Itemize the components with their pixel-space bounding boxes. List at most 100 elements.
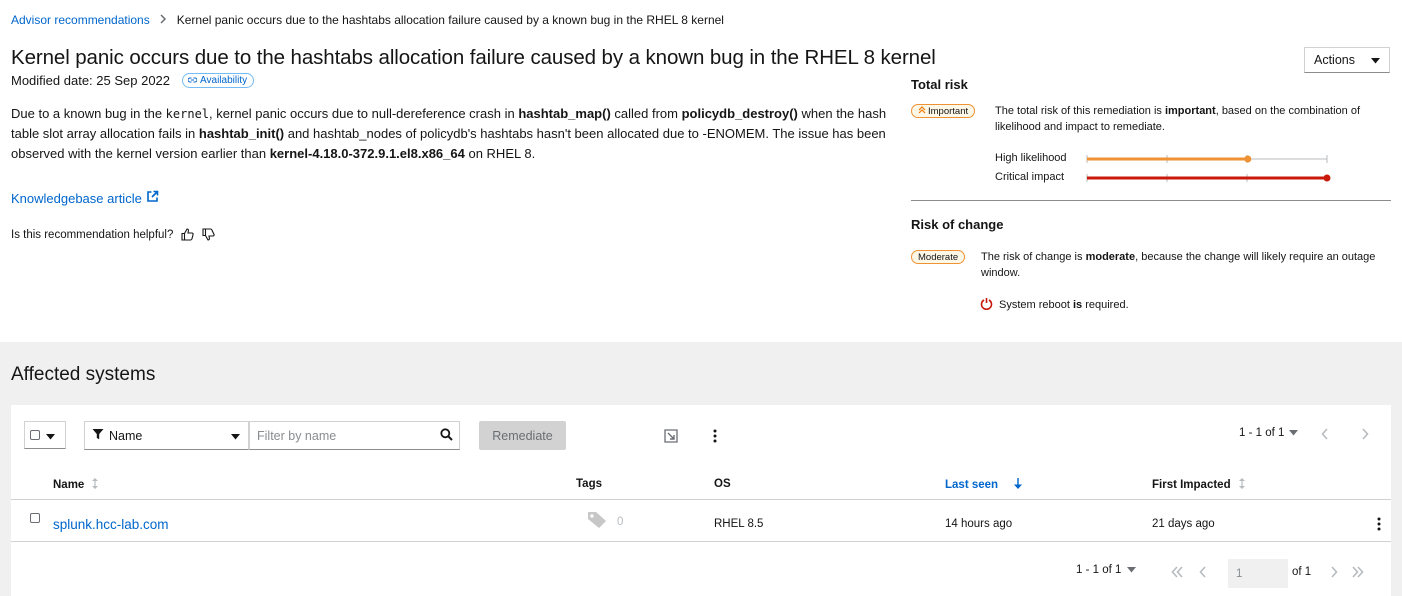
thumbs-down-icon[interactable] (202, 228, 216, 241)
row-os-cell: RHEL 8.5 (714, 518, 764, 530)
tags-count[interactable]: 0 (617, 516, 623, 528)
reboot-text-bold: is (1069, 299, 1083, 311)
caret-down-icon (1289, 427, 1299, 439)
likelihood-marker (1244, 155, 1252, 163)
pagination-top-range: 1 - 1 of 1 (1239, 427, 1285, 439)
angle-double-left-icon[interactable] (1171, 565, 1183, 581)
kebab-icon[interactable] (711, 428, 719, 444)
category-label: Availability (182, 73, 255, 88)
sort-down-icon (1014, 478, 1023, 492)
description-text: Due to a known bug in the (11, 106, 166, 121)
likelihood-label: High likelihood (995, 152, 1067, 164)
breadcrumb-current: Kernel panic occurs due to the hashtabs … (176, 13, 724, 27)
column-header-label: Tags (576, 478, 602, 490)
description-code: kernel (165, 107, 210, 121)
description-bold: hashtab_init() (198, 126, 285, 141)
risk-of-change-text: The risk of change is (981, 251, 1086, 263)
description-bold: kernel-4.18.0-372.9.1.el8.x86_64 (269, 146, 465, 161)
bulk-select-checkbox[interactable] (30, 430, 40, 440)
search-icon[interactable] (440, 427, 453, 444)
sort-icon (92, 478, 99, 492)
system-name-link[interactable]: splunk.hcc-lab.com (53, 517, 169, 532)
double-chevron-up-icon (918, 105, 926, 117)
knowledgebase-article-link[interactable]: Knowledgebase article (11, 190, 159, 206)
reboot-text: System reboot is required. (999, 299, 1129, 311)
header-divider (11, 499, 1391, 500)
bulk-select[interactable] (24, 421, 66, 449)
angle-left-icon[interactable] (1199, 565, 1207, 581)
caret-down-icon[interactable] (46, 428, 55, 443)
description-bold: policydb_destroy() (681, 106, 798, 121)
external-link-icon (146, 190, 159, 206)
column-header-name[interactable]: Name (53, 478, 99, 492)
tag-icon (587, 511, 607, 532)
risk-of-change-badge: Moderate (911, 250, 966, 264)
meta-row: Modified date: 25 Sep 2022 Availability (11, 73, 255, 88)
impact-marker (1323, 174, 1331, 182)
breadcrumb: Advisor recommendations Kernel panic occ… (11, 13, 724, 27)
caret-down-icon (1371, 53, 1380, 67)
risk-of-change-description: The risk of change is moderate, because … (981, 249, 1381, 281)
row-first-impacted-cell: 21 days ago (1152, 518, 1215, 530)
recommendation-details: Advisor recommendations Kernel panic occ… (0, 0, 1402, 342)
name-filter-search[interactable] (249, 421, 460, 450)
knowledgebase-article-label: Knowledgebase article (11, 190, 142, 206)
description-text: on RHEL 8. (464, 146, 536, 161)
angle-double-right-icon[interactable] (1352, 565, 1364, 581)
remediate-button[interactable]: Remediate (479, 421, 566, 450)
caret-down-icon (1127, 564, 1137, 576)
helpful-question: Is this recommendation helpful? (11, 228, 174, 241)
reboot-required: System reboot is required. (980, 297, 1129, 313)
impact-label: Critical impact (995, 171, 1065, 183)
sort-icon (1238, 478, 1245, 492)
helpful-feedback: Is this recommendation helpful? (11, 228, 216, 241)
breadcrumb-advisor-recommendations[interactable]: Advisor recommendations (11, 13, 150, 27)
angle-right-icon[interactable] (1361, 427, 1369, 443)
actions-label: Actions (1314, 53, 1355, 67)
column-header-label: First Impacted (1152, 479, 1231, 491)
total-risk-description: The total risk of this remediation is im… (995, 103, 1380, 135)
filter-type-dropdown[interactable]: Name (84, 421, 249, 450)
column-header-first-impacted[interactable]: First Impacted (1152, 478, 1245, 492)
total-risk-text: The total risk of this remediation is (995, 105, 1165, 117)
row-divider (11, 541, 1391, 542)
link-icon (187, 75, 198, 86)
column-header-label: Last seen (945, 479, 999, 491)
row-tags-cell: 0 (587, 511, 623, 532)
row-select-checkbox[interactable] (30, 513, 40, 523)
angle-left-icon[interactable] (1321, 427, 1329, 443)
description-text: , kernel panic occurs due to null-derefe… (209, 106, 519, 121)
total-risk-heading: Total risk (911, 77, 968, 92)
kebab-icon[interactable] (1375, 516, 1383, 532)
name-filter-input[interactable] (257, 428, 440, 443)
actions-dropdown[interactable]: Actions (1304, 47, 1390, 73)
page-of-total: of 1 (1292, 566, 1312, 578)
page-number-input[interactable]: 1 (1228, 559, 1288, 588)
thumbs-up-icon[interactable] (181, 228, 195, 241)
affected-systems-table-card: Name Remediate 1 - 1 of 1 (11, 405, 1391, 596)
angle-right-icon[interactable] (1330, 565, 1338, 581)
column-header-tags: Tags (576, 478, 602, 490)
total-risk-bold: important (1164, 105, 1216, 117)
pagination-top-toggle[interactable]: 1 - 1 of 1 (1239, 427, 1299, 439)
pagination-bottom-toggle[interactable]: 1 - 1 of 1 (1076, 564, 1137, 576)
description-text: called from (610, 106, 682, 121)
risk-of-change-badge-text: Moderate (918, 251, 959, 263)
reboot-text-part: System reboot (999, 299, 1070, 311)
recommendation-description: Due to a known bug in the kernel, kernel… (11, 104, 891, 164)
column-header-label: Name (53, 479, 85, 491)
export-icon[interactable] (663, 428, 679, 444)
power-icon (980, 297, 993, 313)
risk-bars (1086, 155, 1331, 182)
affected-systems-section: Affected systems Name Remediate (0, 342, 1402, 596)
row-name-cell: splunk.hcc-lab.com (53, 517, 169, 532)
chevron-right-icon (160, 13, 167, 27)
description-bold: hashtab_map() (518, 106, 611, 121)
affected-systems-title: Affected systems (11, 364, 156, 385)
reboot-text-part: required. (1082, 299, 1129, 311)
column-header-last-seen[interactable]: Last seen (945, 478, 1023, 492)
column-header-label: OS (714, 478, 731, 490)
risk-of-change-heading: Risk of change (911, 217, 1004, 232)
total-risk-badge-text: Important (928, 105, 969, 117)
modified-date: Modified date: 25 Sep 2022 (11, 73, 171, 88)
